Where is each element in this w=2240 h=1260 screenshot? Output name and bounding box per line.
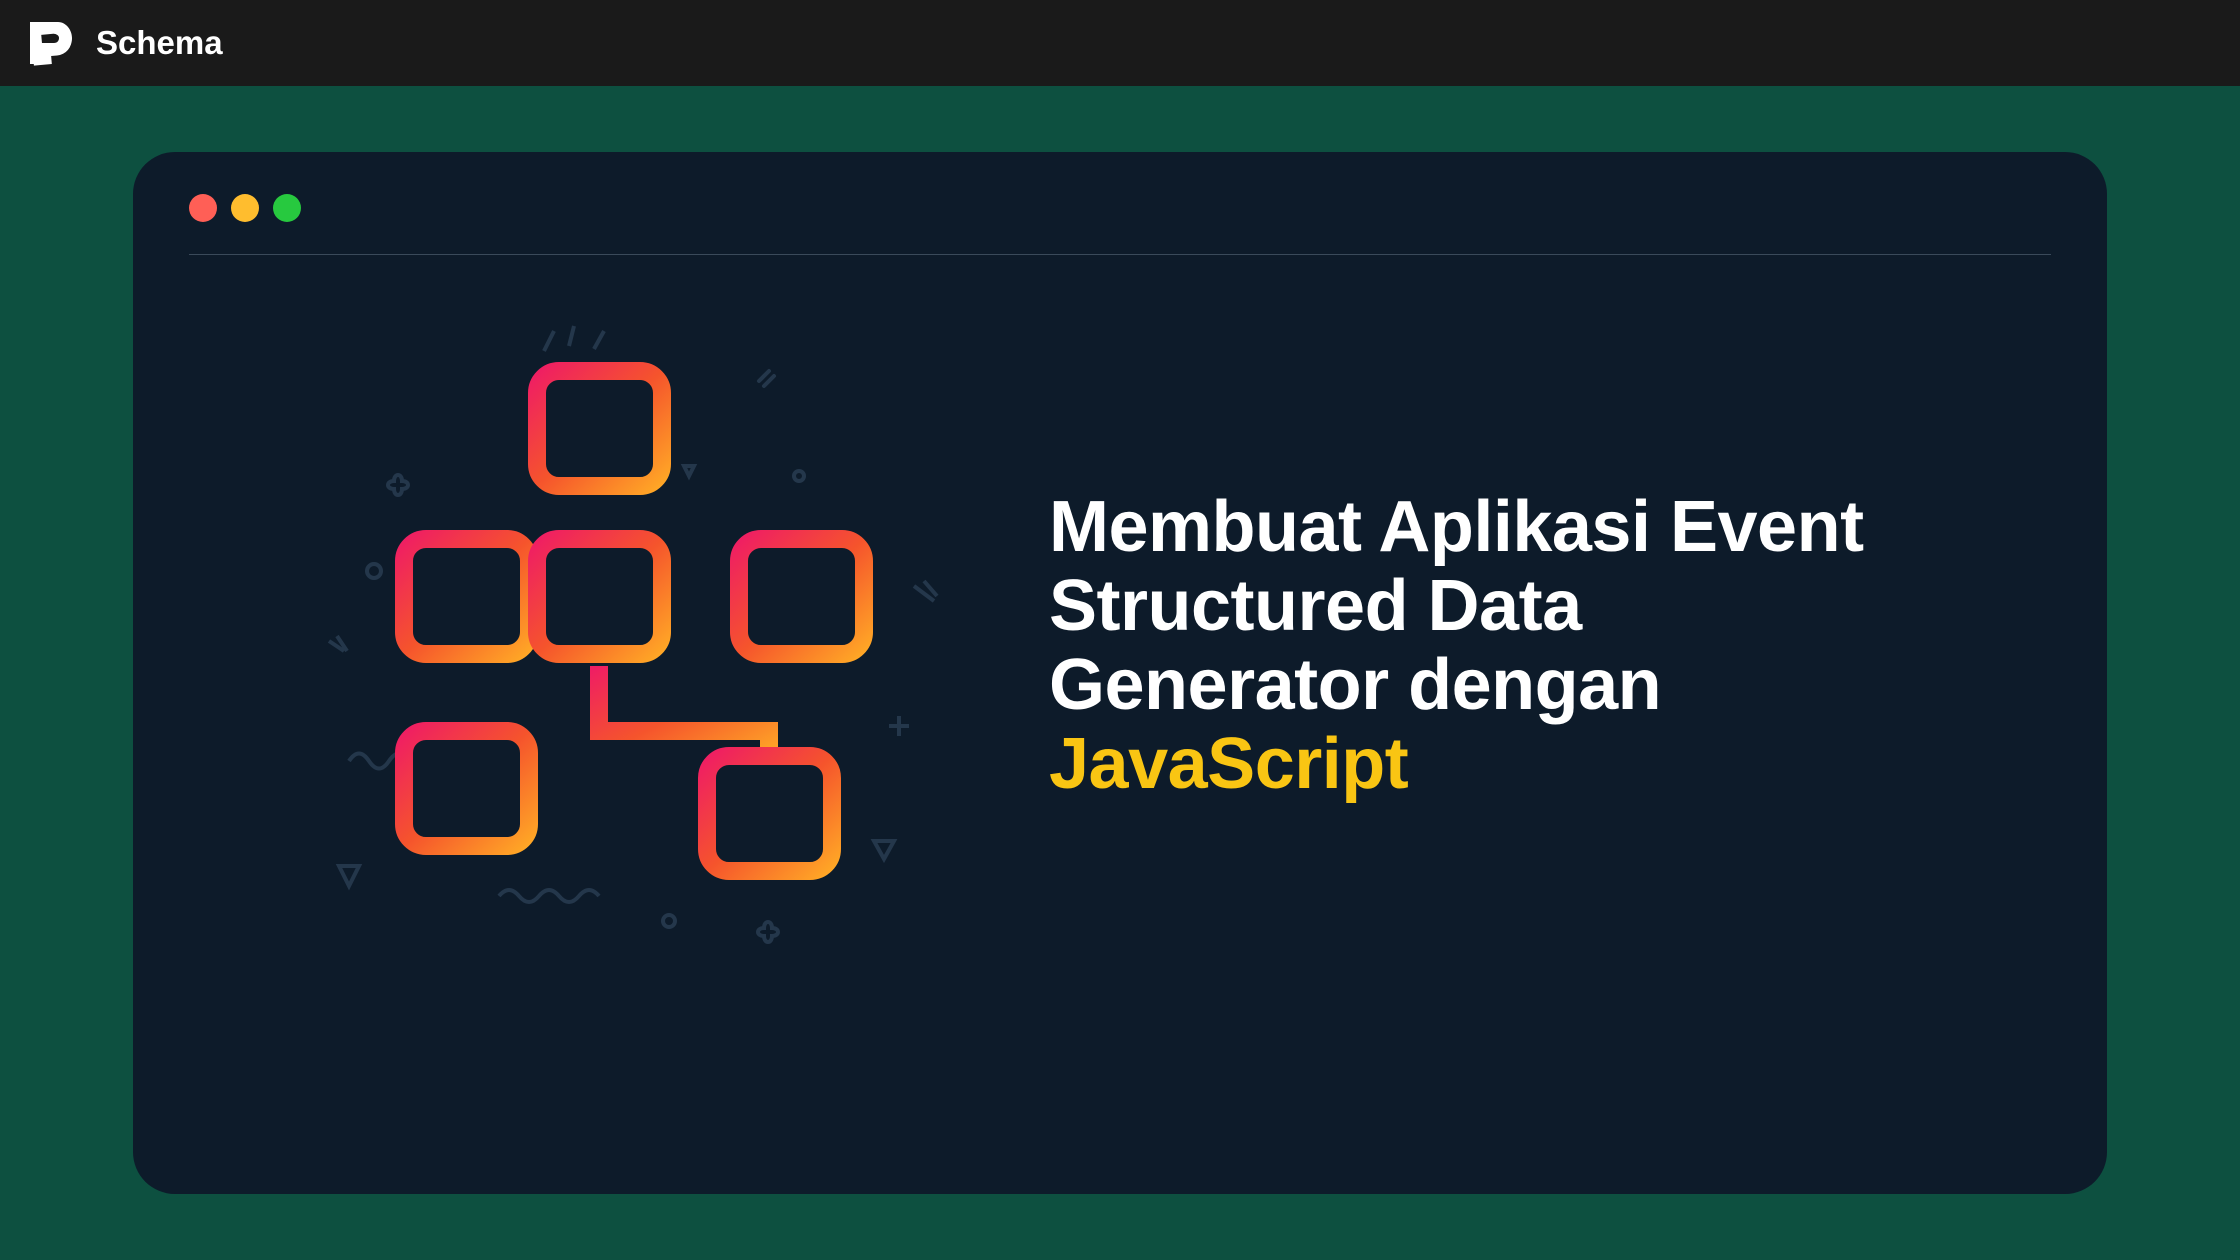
title-highlight: JavaScript	[1049, 724, 1408, 804]
title-line-2: Structured Data	[1049, 566, 1582, 646]
traffic-lights	[189, 194, 2051, 222]
logo-text: Schema	[96, 24, 223, 62]
title-container: Membuat Aplikasi Event Structured Data G…	[1049, 458, 2051, 805]
logo-icon	[24, 16, 78, 70]
title-line-3: Generator dengan	[1049, 645, 1661, 725]
schema-diagram-icon	[319, 311, 959, 951]
main-title: Membuat Aplikasi Event Structured Data G…	[1049, 488, 2051, 805]
traffic-light-yellow	[231, 194, 259, 222]
divider	[189, 254, 2051, 255]
traffic-light-green	[273, 194, 301, 222]
content-area: Membuat Aplikasi Event Structured Data G…	[189, 311, 2051, 951]
window-card: Membuat Aplikasi Event Structured Data G…	[133, 152, 2107, 1194]
traffic-light-red	[189, 194, 217, 222]
header-bar: Schema	[0, 0, 2240, 86]
main-content: Membuat Aplikasi Event Structured Data G…	[0, 86, 2240, 1260]
title-line-1: Membuat Aplikasi Event	[1049, 487, 1864, 567]
